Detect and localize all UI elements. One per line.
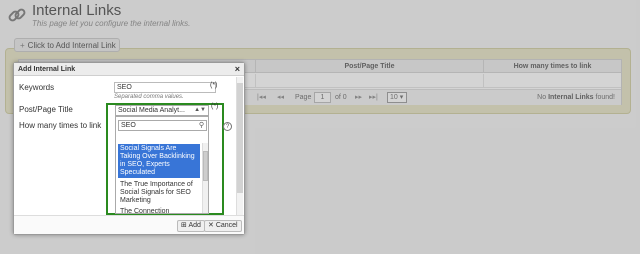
dropdown-option[interactable]: Social Signals Are Taking Over Backlinki… [118, 144, 200, 178]
dropdown-search-input[interactable]: SEO ⚲ [118, 120, 207, 131]
close-icon[interactable]: × [235, 64, 240, 74]
post-title-select[interactable]: Social Media Analyt... ▲▼ [115, 105, 209, 116]
cancel-button[interactable]: ✕ Cancel [204, 220, 242, 232]
help-icon[interactable]: ? [223, 122, 232, 131]
scrollbar-thumb[interactable] [237, 83, 243, 193]
search-icon: ⚲ [198, 122, 204, 129]
keywords-label: Keywords [19, 83, 55, 92]
required-mark: (*) [211, 103, 219, 110]
add-internal-link-dialog: Add Internal Link × Keywords SEO (*) Sep… [13, 62, 245, 235]
post-title-dropdown: SEO ⚲ Social Signals Are Taking Over Bac… [115, 116, 209, 215]
keywords-input[interactable]: SEO [114, 82, 216, 93]
post-title-label: Post/Page Title [19, 105, 73, 114]
dialog-footer: ⊞ Add ✕ Cancel [14, 215, 244, 234]
add-button[interactable]: ⊞ Add [177, 220, 205, 232]
times-to-link-label: How many times to link [19, 121, 102, 130]
scrollbar-thumb[interactable] [203, 151, 208, 181]
keywords-hint: Separated comma values. [114, 94, 184, 100]
dropdown-scrollbar[interactable] [202, 143, 208, 213]
dialog-scrollbar[interactable] [236, 77, 243, 215]
dropdown-option[interactable]: The True Importance of Social Signals fo… [118, 180, 200, 206]
dialog-title: Add Internal Link [14, 63, 244, 76]
required-mark: (*) [210, 82, 218, 89]
chevron-down-icon: ▲▼ [194, 107, 206, 113]
